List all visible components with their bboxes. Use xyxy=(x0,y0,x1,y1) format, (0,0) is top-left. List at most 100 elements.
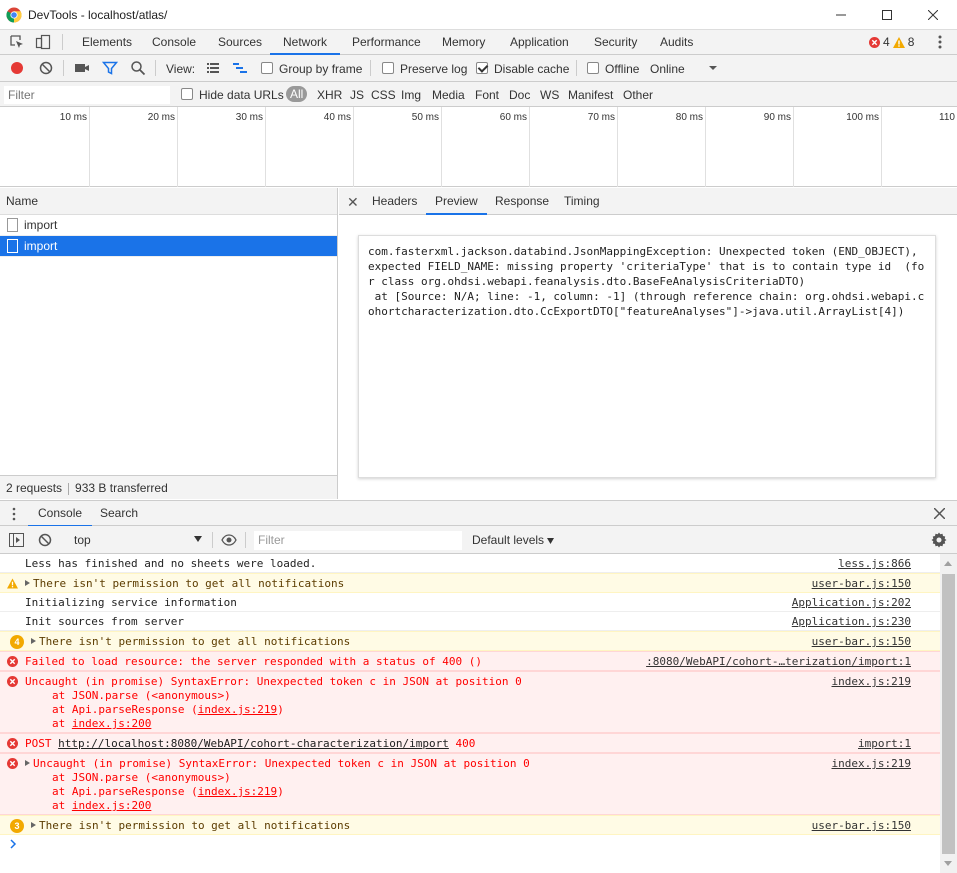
stack-frame: at JSON.parse (<anonymous>) xyxy=(52,689,231,702)
expand-toggle[interactable] xyxy=(25,635,39,648)
tab-audits[interactable]: Audits xyxy=(660,30,693,55)
filter-type-media[interactable]: Media xyxy=(432,88,465,102)
console-warning-message[interactable]: There isn't permission to get all notifi… xyxy=(0,573,940,593)
throttling-select[interactable]: Online xyxy=(650,62,685,76)
stack-link[interactable]: index.js:200 xyxy=(72,799,151,812)
tab-preview[interactable]: Preview xyxy=(426,188,487,215)
scroll-up-icon[interactable] xyxy=(944,561,952,566)
drawer-tab-search[interactable]: Search xyxy=(100,501,138,527)
tab-elements[interactable]: Elements xyxy=(82,30,132,55)
name-column-header[interactable]: Name xyxy=(0,188,337,215)
console-filter-input[interactable]: Filter xyxy=(254,531,462,550)
console-log-message: Less has finished and no sheets were loa… xyxy=(0,554,940,573)
capture-screenshots-icon[interactable] xyxy=(74,60,90,76)
tab-memory[interactable]: Memory xyxy=(442,30,485,55)
stack-link[interactable]: index.js:200 xyxy=(72,717,151,730)
clear-icon[interactable] xyxy=(38,60,54,76)
expand-triangle-icon[interactable] xyxy=(25,580,30,586)
tab-security[interactable]: Security xyxy=(594,30,637,55)
console-scrollbar[interactable] xyxy=(940,554,957,873)
waterfall-overview-icon[interactable] xyxy=(232,60,248,76)
clear-console-icon[interactable] xyxy=(38,533,52,547)
timeline-tick: 40 ms xyxy=(266,107,354,187)
close-window-button[interactable] xyxy=(910,0,956,30)
chevron-down-icon[interactable] xyxy=(708,63,718,73)
context-value: top xyxy=(74,533,91,547)
console-error-message[interactable]: Uncaught (in promise) SyntaxError: Unexp… xyxy=(0,671,940,733)
disable-cache-label: Disable cache xyxy=(494,62,570,76)
stack-link[interactable]: index.js:219 xyxy=(198,703,277,716)
device-toolbar-icon[interactable] xyxy=(35,34,51,50)
filter-type-other[interactable]: Other xyxy=(623,88,653,102)
filter-type-font[interactable]: Font xyxy=(475,88,499,102)
expand-triangle-icon[interactable] xyxy=(25,760,30,766)
console-log-message: Initializing service information Applica… xyxy=(0,593,940,612)
console-prompt[interactable] xyxy=(0,835,940,855)
drawer-tab-console[interactable]: Console xyxy=(28,501,93,527)
inspect-element-icon[interactable] xyxy=(9,34,25,50)
request-row-selected[interactable]: import xyxy=(0,236,337,257)
hide-data-urls-checkbox[interactable] xyxy=(181,88,193,100)
stack-link[interactable]: index.js:219 xyxy=(198,785,277,798)
record-icon[interactable] xyxy=(9,60,25,76)
filter-icon[interactable] xyxy=(102,60,118,76)
source-link[interactable]: user-bar.js:150 xyxy=(812,577,911,591)
filter-type-xhr[interactable]: XHR xyxy=(317,88,342,102)
eye-icon[interactable] xyxy=(221,534,237,546)
tab-console[interactable]: Console xyxy=(152,30,196,55)
offline-checkbox[interactable] xyxy=(587,62,599,74)
disable-cache-checkbox[interactable] xyxy=(476,62,488,74)
large-rows-icon[interactable] xyxy=(205,60,221,76)
tab-network[interactable]: Network xyxy=(270,30,341,55)
console-warning-message[interactable]: 3 There isn't permission to get all noti… xyxy=(0,815,940,835)
gear-icon[interactable] xyxy=(931,532,947,548)
timeline-overview[interactable]: 10 ms 20 ms 30 ms 40 ms 50 ms 60 ms 70 m… xyxy=(0,107,957,187)
filter-type-manifest[interactable]: Manifest xyxy=(568,88,613,102)
minimize-button[interactable] xyxy=(818,0,864,30)
scroll-down-icon[interactable] xyxy=(944,861,952,866)
close-drawer-icon[interactable] xyxy=(934,508,945,519)
source-link[interactable]: Application.js:202 xyxy=(792,596,911,610)
show-sidebar-icon[interactable] xyxy=(9,533,24,547)
maximize-button[interactable] xyxy=(864,0,910,30)
more-options-icon[interactable] xyxy=(933,33,947,51)
error-warning-counter[interactable]: 4 8 xyxy=(869,35,914,49)
timeline-tick: 90 ms xyxy=(706,107,794,187)
filter-type-doc[interactable]: Doc xyxy=(509,88,530,102)
tab-sources[interactable]: Sources xyxy=(218,30,262,55)
source-link[interactable]: user-bar.js:150 xyxy=(812,819,911,833)
source-link[interactable]: index.js:219 xyxy=(832,757,911,771)
filter-type-ws[interactable]: WS xyxy=(540,88,559,102)
chevron-down-icon xyxy=(194,536,202,542)
tab-timing[interactable]: Timing xyxy=(564,188,600,215)
context-select[interactable]: top xyxy=(68,531,204,549)
tab-performance[interactable]: Performance xyxy=(352,30,421,55)
filter-type-all[interactable]: All xyxy=(286,86,308,102)
search-icon[interactable] xyxy=(130,60,146,76)
close-details-icon[interactable]: ✕ xyxy=(347,194,359,211)
request-url-link[interactable]: http://localhost:8080/WebAPI/cohort-char… xyxy=(58,737,449,750)
filter-type-img[interactable]: Img xyxy=(401,88,421,102)
tab-response[interactable]: Response xyxy=(495,188,549,215)
tab-application[interactable]: Application xyxy=(510,30,569,55)
console-error-message[interactable]: Uncaught (in promise) SyntaxError: Unexp… xyxy=(0,753,940,815)
log-levels-select[interactable]: Default levels xyxy=(472,533,555,547)
source-link[interactable]: Application.js:230 xyxy=(792,615,911,629)
filter-type-css[interactable]: CSS xyxy=(371,88,396,102)
source-link[interactable]: import:1 xyxy=(858,737,911,751)
source-link[interactable]: index.js:219 xyxy=(832,675,911,689)
group-by-frame-checkbox[interactable] xyxy=(261,62,273,74)
request-row[interactable]: import xyxy=(0,215,337,236)
scrollbar-thumb[interactable] xyxy=(942,574,955,854)
drawer-menu-icon[interactable] xyxy=(11,507,17,521)
expand-toggle[interactable] xyxy=(25,819,39,832)
requests-count: 2 requests xyxy=(6,481,63,495)
tab-headers[interactable]: Headers xyxy=(372,188,417,215)
preserve-log-checkbox[interactable] xyxy=(382,62,394,74)
source-link[interactable]: user-bar.js:150 xyxy=(812,635,911,649)
console-warning-message[interactable]: 4 There isn't permission to get all noti… xyxy=(0,631,940,651)
filter-input[interactable] xyxy=(4,86,170,104)
filter-type-js[interactable]: JS xyxy=(350,88,364,102)
source-link[interactable]: :8080/WebAPI/cohort-…terization/import:1 xyxy=(646,655,911,669)
source-link[interactable]: less.js:866 xyxy=(838,557,911,571)
